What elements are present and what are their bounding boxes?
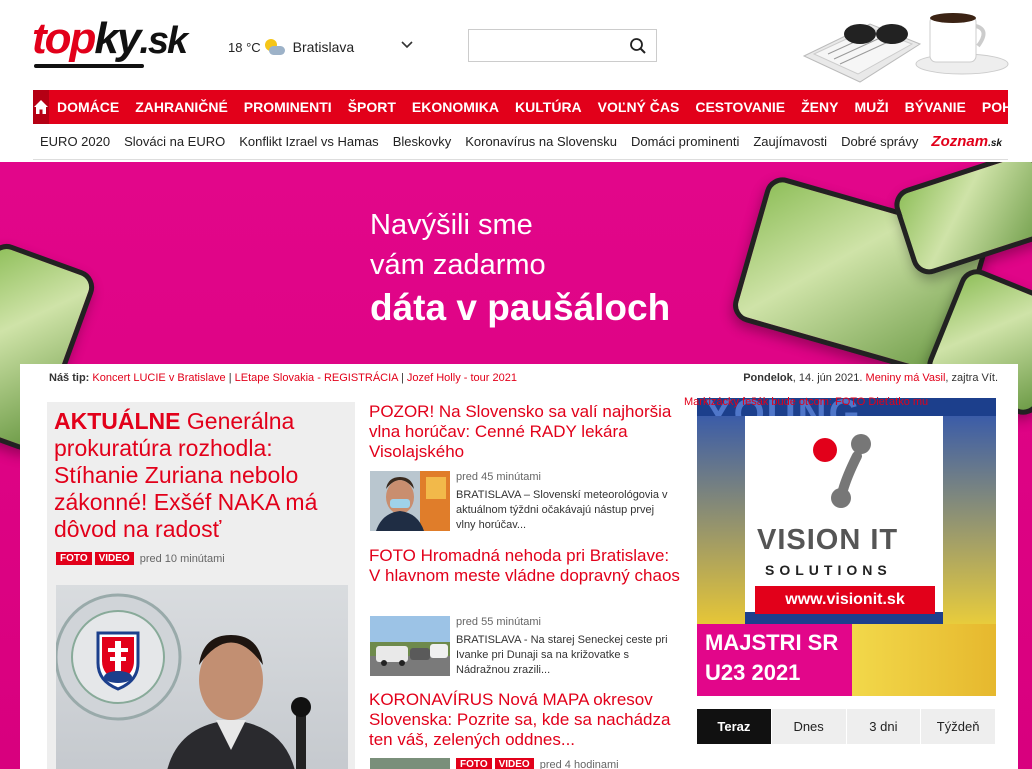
topic-item[interactable]: Dobré správy: [834, 134, 925, 149]
nav-item[interactable]: EKONOMIKA: [404, 90, 507, 124]
main-article[interactable]: AKTUÁLNE Generálna prokuratúra rozhodla:…: [47, 402, 355, 769]
search-icon[interactable]: [629, 37, 647, 55]
ad-logo-box: VISION IT SOLUTIONS www.visionit.sk: [745, 416, 943, 614]
time-tabs: Teraz Dnes 3 dni Týždeň: [697, 709, 996, 744]
home-button[interactable]: [33, 90, 49, 124]
weather-widget[interactable]: 18 °C Bratislava: [228, 36, 354, 58]
article-thumbnail[interactable]: [370, 616, 450, 676]
article-title[interactable]: KORONAVÍRUS Nová MAPA okresov Slovenska:…: [369, 690, 681, 750]
partly-cloudy-icon: [263, 38, 285, 56]
topic-item[interactable]: Slováci na EURO: [117, 134, 232, 149]
tag-foto[interactable]: FOTO: [56, 552, 92, 565]
tab-dnes[interactable]: Dnes: [772, 709, 847, 744]
nav-item[interactable]: ZAHRANIČNÉ: [127, 90, 236, 124]
banner-text: Navýšili sme vám zadarmo dáta v paušáloc…: [370, 209, 671, 328]
ad-brand: VISION IT: [757, 524, 899, 556]
nameday-link[interactable]: Meniny má Vasil: [866, 372, 946, 384]
nav-item[interactable]: MUŽI: [846, 90, 896, 124]
article-time: pred 4 hodinami: [539, 758, 619, 769]
tip-link[interactable]: Jozef Holly - tour 2021: [407, 372, 517, 384]
article-item[interactable]: KORONAVÍRUS Nová MAPA okresov Slovenska:…: [369, 690, 681, 769]
tab-3-dni[interactable]: 3 dni: [847, 709, 922, 744]
article-description: BRATISLAVA – Slovenskí meteorológovia v …: [456, 489, 668, 531]
nav-item[interactable]: VOĽNÝ ČAS: [590, 90, 688, 124]
chevron-down-icon[interactable]: [400, 38, 414, 52]
nav-item[interactable]: PROMINENTI: [236, 90, 340, 124]
nav-item[interactable]: POHODO: [974, 90, 1032, 124]
article-title[interactable]: POZOR! Na Slovensko sa valí najhoršia vl…: [369, 402, 681, 462]
players-image: [697, 416, 745, 624]
newspaper-coffee-illustration: [802, 13, 1009, 83]
article-time: pred 10 minútami: [139, 552, 225, 565]
tip-link[interactable]: Koncert LUCIE v Bratislave: [92, 372, 225, 384]
site-logo[interactable]: topky.sk: [32, 14, 188, 66]
topic-item[interactable]: Domáci prominenti: [624, 134, 746, 149]
main-article-image[interactable]: [56, 585, 348, 769]
vision-it-ad[interactable]: YOUNG ANGELS VISION IT SOLUTIONS www.vis…: [697, 398, 996, 696]
vision-it-logo-icon: [813, 434, 871, 508]
weather-city: Bratislava: [292, 39, 355, 55]
tab-teraz[interactable]: Teraz: [697, 709, 772, 744]
nav-item[interactable]: KULTÚRA: [507, 90, 590, 124]
topic-item[interactable]: Bleskovky: [386, 134, 459, 149]
nav-item[interactable]: ŠPORT: [340, 90, 404, 124]
article-thumbnail[interactable]: [370, 758, 450, 769]
ad-caption: MAJSTRI SR U23 2021: [697, 624, 852, 696]
phone-image: [889, 162, 1032, 279]
logo-underline: [34, 64, 144, 68]
tip-bar: Náš tip: Koncert LUCIE v Bratislave | LE…: [49, 372, 517, 384]
team-photo: [852, 624, 996, 696]
main-article-title[interactable]: AKTUÁLNE Generálna prokuratúra rozhodla:…: [54, 408, 350, 543]
nav-items: DOMÁCE ZAHRANIČNÉ PROMINENTI ŠPORT EKONOMIKA…: [49, 90, 1032, 124]
main-navigation: DOMÁCE ZAHRANIČNÉ PROMINENTI ŠPORT EKONOMIKA…: [33, 90, 1032, 124]
tab-list-item[interactable]: Markizácky fešák bude otcom: FOTO Dieťat…: [684, 396, 974, 408]
home-icon: [34, 100, 48, 114]
nav-item[interactable]: DOMÁCE: [49, 90, 127, 124]
topic-items: EURO 2020 Slováci na EURO Konflikt Izrael …: [33, 134, 925, 149]
article-thumbnail[interactable]: [370, 471, 450, 531]
nav-item[interactable]: CESTOVANIE: [687, 90, 793, 124]
topic-item[interactable]: EURO 2020: [33, 134, 117, 149]
topic-item[interactable]: Konflikt Izrael vs Hamas: [232, 134, 385, 149]
search-input[interactable]: [469, 30, 619, 61]
zoznam-logo[interactable]: Zoznam.sk: [931, 133, 1002, 150]
article-description: BRATISLAVA - Na starej Seneckej ceste pr…: [456, 634, 668, 676]
search-box: [468, 29, 657, 62]
ad-brand-sub: SOLUTIONS: [765, 562, 892, 578]
tab-tyzden[interactable]: Týždeň: [921, 709, 996, 744]
nav-item[interactable]: BÝVANIE: [897, 90, 974, 124]
police-photo: [56, 593, 311, 769]
content-area: Náš tip: Koncert LUCIE v Bratislave | LE…: [20, 364, 1018, 769]
article-tags: FOTO VIDEO pred 4 hodinami: [456, 758, 619, 769]
topic-navigation: EURO 2020 Slováci na EURO Konflikt Izrael …: [33, 124, 1008, 160]
tag-video[interactable]: VIDEO: [494, 758, 534, 769]
tag-foto[interactable]: FOTO: [456, 758, 492, 769]
site-header: topky.sk 18 °C Bratislava: [0, 0, 1032, 90]
ad-url[interactable]: www.visionit.sk: [755, 586, 935, 614]
players-image: [943, 416, 996, 624]
topic-item[interactable]: Zaujímavosti: [746, 134, 834, 149]
article-item[interactable]: FOTO Hromadná nehoda pri Bratislave: V h…: [369, 546, 681, 676]
article-tags: FOTO VIDEO pred 10 minútami: [56, 552, 225, 565]
article-item[interactable]: POZOR! Na Slovensko sa valí najhoršia vl…: [369, 402, 681, 531]
tip-link[interactable]: LEtape Slovakia - REGISTRÁCIA: [235, 372, 398, 384]
article-time: pred 55 minútami: [456, 616, 541, 628]
article-time: pred 45 minútami: [456, 471, 541, 483]
date-nameday: Pondelok, 14. jún 2021. Meniny má Vasil,…: [743, 372, 998, 384]
nav-item[interactable]: ŽENY: [793, 90, 846, 124]
topic-item[interactable]: Koronavírus na Slovensku: [458, 134, 624, 149]
tag-video[interactable]: VIDEO: [94, 552, 134, 565]
article-title[interactable]: FOTO Hromadná nehoda pri Bratislave: V h…: [369, 546, 681, 586]
weather-temperature: 18 °C: [228, 39, 261, 55]
